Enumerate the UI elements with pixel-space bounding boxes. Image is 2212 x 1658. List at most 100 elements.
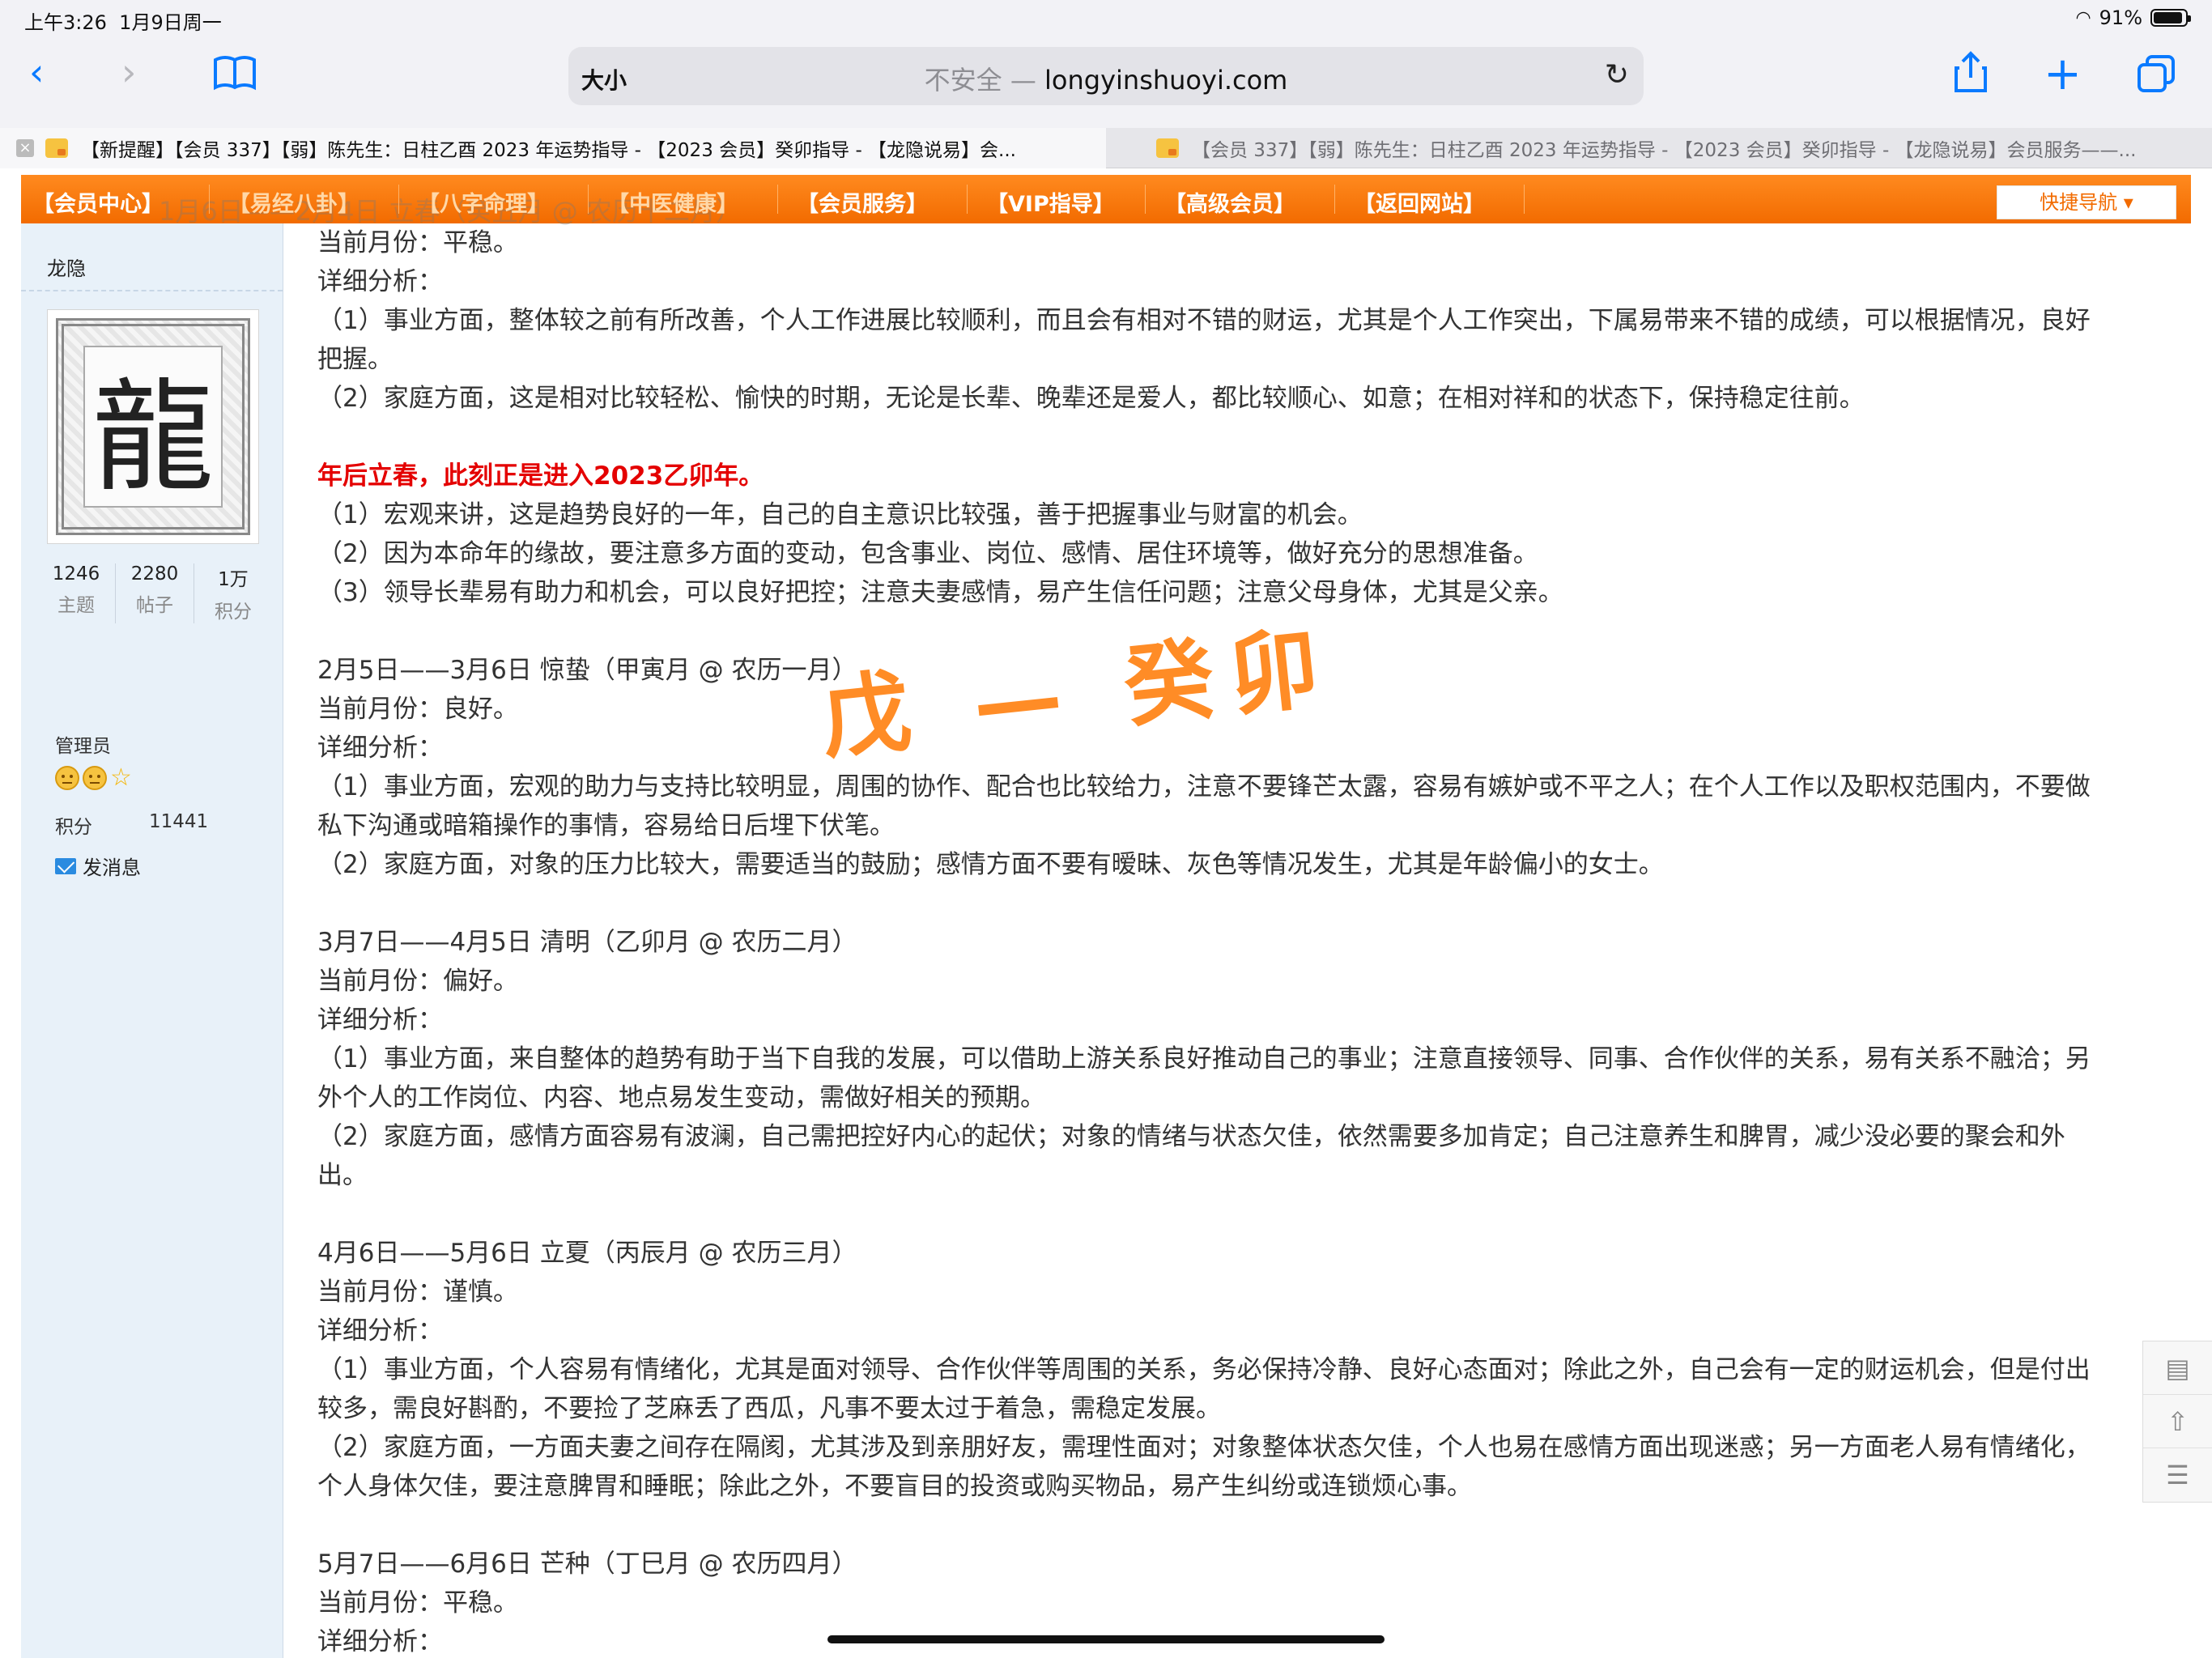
stat-value: 1246 xyxy=(52,563,100,585)
nav-tcm[interactable]: 【中医健康】 xyxy=(607,186,738,218)
text-line: （2）因为本命年的缘故，要注意多方面的变动，包含事业、岗位、感情、居住环境等，做… xyxy=(317,539,1538,568)
tabs-icon[interactable] xyxy=(2138,55,2175,98)
send-message-link[interactable]: 发消息 xyxy=(55,852,141,880)
url-display[interactable]: 不安全 — longyinshuoyi.com xyxy=(568,60,1644,97)
battery-percent: 91% xyxy=(2099,6,2142,29)
text-line: （2）家庭方面，感情方面容易有波澜，自己需把控好内心的起伏；对象的情绪与状态欠佳… xyxy=(317,1122,2065,1151)
back-to-top-icon[interactable]: ⇧ xyxy=(2143,1395,2212,1448)
text-line: （1）宏观来讲，这是趋势良好的一年，自己的自主意识比较强，善于把握事业与财富的机… xyxy=(317,500,1363,529)
chevron-right-icon[interactable]: › xyxy=(121,53,136,91)
text-line: 详细分析： xyxy=(317,733,443,763)
status-bar: 上午3:26 1月9日周一 ◠ 91% xyxy=(0,0,2212,39)
list-icon[interactable]: ☰ xyxy=(2143,1448,2212,1502)
nav-senior[interactable]: 【高级会员】 xyxy=(1164,186,1295,218)
text-line: （2）家庭方面，这是相对比较轻松、愉快的时期，无论是长辈、晚辈还是爱人，都比较顺… xyxy=(317,384,1865,413)
text-line: 当前月份：平稳。 xyxy=(317,1588,518,1618)
quick-nav-dropdown[interactable]: 快捷导航 ▾ xyxy=(1997,185,2176,219)
smiley-medal-icon xyxy=(55,766,79,790)
close-icon[interactable]: × xyxy=(16,139,34,157)
text-line: （2）家庭方面，对象的压力比较大，需要适当的鼓励；感情方面不要有暧昧、灰色等情况… xyxy=(317,850,1664,879)
text-line: （2）家庭方面，一方面夫妻之间存在隔阂，尤其涉及到亲朋好友，需理性面对；对象整体… xyxy=(317,1433,2091,1462)
text-line: 当前月份：谨慎。 xyxy=(317,1278,518,1307)
nav-member-center[interactable]: 【会员中心】 xyxy=(32,186,164,218)
site-favicon-icon xyxy=(45,138,68,158)
stat-label: 积分 xyxy=(215,602,252,623)
smiley-medal-icon xyxy=(83,766,107,790)
tab-bar: × 【新提醒】【会员 337】【弱】陈先生：日柱乙酉 2023 年运势指导 - … xyxy=(0,128,2212,168)
nav-bazi[interactable]: 【八字命理】 xyxy=(418,186,549,218)
nav-yijing[interactable]: 【易经八卦】 xyxy=(228,186,359,218)
text-line: 私下沟通或暗箱操作的事情，容易给日后埋下伏笔。 xyxy=(317,811,895,840)
text-line: 详细分析： xyxy=(317,1005,443,1035)
points-label: 积分 xyxy=(55,817,92,838)
stat-credits[interactable]: 1万 积分 xyxy=(194,563,272,623)
mail-icon xyxy=(55,857,76,874)
nav-divider xyxy=(588,185,589,214)
author-stats: 1246 主题 2280 帖子 1万 积分 xyxy=(37,563,272,623)
text-line: 详细分析： xyxy=(317,267,443,296)
text-line: 较多，需良好斟酌，不要捡了芝麻丢了西瓜，凡事不要太过于着急，需稳定发展。 xyxy=(317,1394,1221,1423)
status-right: ◠ 91% xyxy=(2075,6,2191,29)
share-icon[interactable] xyxy=(1953,50,1989,100)
nav-divider xyxy=(1334,185,1335,214)
address-bar[interactable]: 大小 不安全 — longyinshuoyi.com ↻ xyxy=(568,47,1644,105)
tab-active[interactable]: × 【新提醒】【会员 337】【弱】陈先生：日柱乙酉 2023 年运势指导 - … xyxy=(0,128,1106,168)
send-message-label: 发消息 xyxy=(83,857,141,879)
home-indicator[interactable] xyxy=(827,1635,1385,1643)
nav-divider xyxy=(209,185,210,214)
insecure-label: 不安全 — xyxy=(924,65,1045,96)
stat-label: 主题 xyxy=(57,595,95,616)
battery-level xyxy=(2154,12,2182,23)
book-icon[interactable] xyxy=(214,55,256,96)
stat-posts[interactable]: 2280 帖子 xyxy=(116,563,194,623)
nav-return[interactable]: 【返回网站】 xyxy=(1354,186,1485,218)
divider xyxy=(21,290,283,291)
reload-icon[interactable]: ↻ xyxy=(1605,58,1629,91)
nav-divider xyxy=(1145,185,1146,214)
nav-divider xyxy=(777,185,778,214)
section-heading: 4月6日——5月6日 立夏（丙辰月 @ 农历三月） xyxy=(317,1239,857,1268)
author-name[interactable]: 龙隐 xyxy=(47,253,86,281)
post-content: 当前月份：平稳。 详细分析： （1）事业方面，整体较之前有所改善，个人工作进展比… xyxy=(317,223,2172,1658)
comment-icon[interactable]: ▤ xyxy=(2143,1341,2212,1395)
section-heading: 5月7日——6月6日 芒种（丁巳月 @ 农历四月） xyxy=(317,1550,857,1579)
battery-icon xyxy=(2150,9,2191,27)
nav-vip[interactable]: 【VIP指导】 xyxy=(986,186,1115,218)
tab-inactive[interactable]: 【会员 337】【弱】陈先生：日柱乙酉 2023 年运势指导 - 【2023 会… xyxy=(1106,128,2212,168)
medals: ☆ xyxy=(55,766,132,790)
date: 1月9日周一 xyxy=(119,11,222,34)
nav-member-service[interactable]: 【会员服务】 xyxy=(797,186,928,218)
website: 1月6日——2月4日 立春（癸丑月 @ 农历十二月） 【会员中心】 【易经八卦】… xyxy=(21,168,2191,1658)
text-line: 把握。 xyxy=(317,345,393,374)
site-favicon-icon xyxy=(1156,138,1179,158)
stat-topics[interactable]: 1246 主题 xyxy=(37,563,116,623)
text-line: 当前月份：平稳。 xyxy=(317,228,518,257)
text-line: （1）事业方面，个人容易有情绪化，尤其是面对领导、合作伙伴等周围的关系，务必保持… xyxy=(317,1355,2091,1384)
user-role[interactable]: 管理员 xyxy=(55,730,111,758)
stat-value: 1万 xyxy=(218,569,249,590)
floating-tools: ▤ ⇧ ☰ xyxy=(2142,1341,2212,1503)
text-line: 出。 xyxy=(317,1161,368,1190)
plus-icon[interactable]: + xyxy=(2044,52,2082,97)
section-heading: 3月7日——4月5日 清明（乙卯月 @ 农历二月） xyxy=(317,928,857,957)
status-time: 上午3:26 1月9日周一 xyxy=(24,6,222,35)
wifi-icon: ◠ xyxy=(2075,7,2091,28)
text-line: （1）事业方面，来自整体的趋势有助于当下自我的发展，可以借助上游关系良好推动自己… xyxy=(317,1044,2091,1073)
nav-divider xyxy=(1524,185,1525,214)
site-nav: 1月6日——2月4日 立春（癸丑月 @ 农历十二月） 【会员中心】 【易经八卦】… xyxy=(21,175,2191,227)
text-line: （1）事业方面，整体较之前有所改善，个人工作进展比较顺利，而且会有相对不错的财运… xyxy=(317,306,2091,335)
text-line: 当前月份：偏好。 xyxy=(317,967,518,996)
nav-divider xyxy=(967,185,968,214)
points-value: 11441 xyxy=(149,811,209,832)
avatar[interactable]: 龍 xyxy=(47,309,259,544)
nav-divider xyxy=(398,185,399,214)
stat-label: 帖子 xyxy=(136,595,173,616)
seal-logo: 龍 xyxy=(56,318,250,535)
text-line: 外个人的工作岗位、内容、地点易发生变动，需做好相关的预期。 xyxy=(317,1083,1045,1112)
chevron-left-icon[interactable]: ‹ xyxy=(29,53,44,91)
highlight-line: 年后立春，此刻正是进入2023乙卯年。 xyxy=(317,461,764,491)
